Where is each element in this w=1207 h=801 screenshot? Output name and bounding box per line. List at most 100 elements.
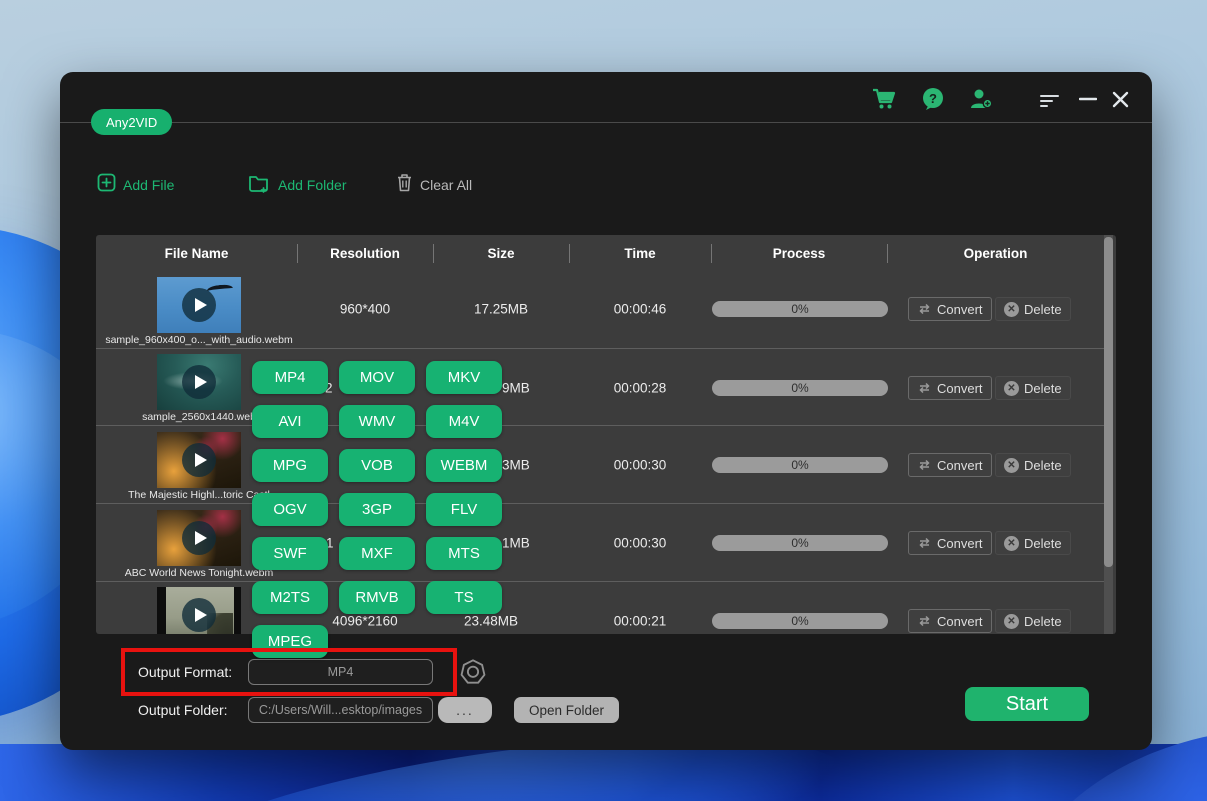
col-size: Size	[433, 235, 569, 271]
format-option-ogv[interactable]: OGV	[252, 493, 328, 526]
video-thumbnail[interactable]	[157, 510, 241, 566]
output-format-select[interactable]: MP4	[248, 659, 433, 685]
time-value: 00:00:21	[614, 614, 667, 629]
table-row: 4096*2160 23.48MB 00:00:21 0% Convert ✕ …	[96, 582, 1104, 634]
format-option-mp4[interactable]: MP4	[252, 361, 328, 394]
format-option-webm[interactable]: WEBM	[426, 449, 502, 482]
app-tab-badge[interactable]: Any2VID	[91, 109, 172, 135]
clear-all-button[interactable]: Clear All	[396, 173, 472, 197]
app-window: ? Any2VID Add File	[60, 72, 1152, 750]
format-option-m4v[interactable]: M4V	[426, 405, 502, 438]
format-option-mpeg[interactable]: MPEG	[252, 625, 328, 658]
format-option-mxf[interactable]: MXF	[339, 537, 415, 570]
progress-value: 0%	[791, 536, 808, 550]
convert-button[interactable]: Convert	[908, 453, 992, 477]
table-header: File Name Resolution Size Time Process O…	[96, 235, 1116, 271]
convert-button[interactable]: Convert	[908, 297, 992, 321]
progress-bar: 0%	[712, 535, 888, 551]
video-thumbnail[interactable]	[157, 354, 241, 410]
size-value: 17.25MB	[474, 302, 528, 317]
vertical-scrollbar[interactable]	[1104, 235, 1113, 634]
format-option-flv[interactable]: FLV	[426, 493, 502, 526]
delete-icon: ✕	[1004, 536, 1019, 551]
size-fragment: 1MB	[502, 536, 530, 551]
svg-text:?: ?	[929, 91, 937, 106]
format-option-vob[interactable]: VOB	[339, 449, 415, 482]
convert-button[interactable]: Convert	[908, 609, 992, 633]
video-thumbnail[interactable]	[157, 277, 241, 333]
play-icon[interactable]	[182, 365, 216, 399]
table-row: sample_2560x1440.web 2 9MB 00:00:28 0% C…	[96, 348, 1104, 426]
clear-all-label: Clear All	[420, 177, 472, 193]
video-thumbnail[interactable]	[157, 432, 241, 488]
table-row: sample_960x400_o..._with_audio.webm 960*…	[96, 271, 1104, 349]
format-option-3gp[interactable]: 3GP	[339, 493, 415, 526]
add-file-label: Add File	[123, 177, 174, 193]
delete-icon: ✕	[1004, 458, 1019, 473]
help-icon[interactable]: ?	[919, 86, 947, 112]
menu-icon[interactable]	[1040, 86, 1068, 112]
progress-value: 0%	[791, 381, 808, 395]
progress-value: 0%	[791, 302, 808, 316]
format-option-ts[interactable]: TS	[426, 581, 502, 614]
format-option-mov[interactable]: MOV	[339, 361, 415, 394]
delete-button[interactable]: ✕ Delete	[995, 609, 1071, 633]
progress-bar: 0%	[712, 380, 888, 396]
delete-button[interactable]: ✕ Delete	[995, 531, 1071, 555]
format-option-wmv[interactable]: WMV	[339, 405, 415, 438]
convert-button[interactable]: Convert	[908, 531, 992, 555]
format-option-m2ts[interactable]: M2TS	[252, 581, 328, 614]
col-file-name: File Name	[96, 235, 297, 271]
delete-icon: ✕	[1004, 381, 1019, 396]
resolution-value: 960*400	[340, 302, 390, 317]
scrollbar-thumb[interactable]	[1104, 237, 1113, 567]
output-folder-label: Output Folder:	[138, 702, 228, 718]
settings-gear-icon[interactable]	[459, 658, 487, 686]
play-icon[interactable]	[182, 521, 216, 555]
col-operation: Operation	[887, 235, 1104, 271]
table-row: The Majestic Highl...toric Castl 3MB 00:…	[96, 426, 1104, 504]
video-thumbnail[interactable]	[157, 587, 241, 634]
start-button[interactable]: Start	[965, 687, 1089, 721]
format-option-mts[interactable]: MTS	[426, 537, 502, 570]
convert-icon	[917, 615, 932, 627]
format-option-mkv[interactable]: MKV	[426, 361, 502, 394]
play-icon[interactable]	[182, 443, 216, 477]
add-folder-icon	[248, 173, 271, 198]
add-file-button[interactable]: Add File	[97, 173, 174, 197]
play-icon[interactable]	[182, 288, 216, 322]
add-user-icon[interactable]	[967, 86, 995, 112]
time-value: 00:00:46	[614, 302, 667, 317]
convert-icon	[917, 303, 932, 315]
play-icon[interactable]	[182, 598, 216, 632]
delete-button[interactable]: ✕ Delete	[995, 376, 1071, 400]
format-option-mpg[interactable]: MPG	[252, 449, 328, 482]
delete-icon: ✕	[1004, 302, 1019, 317]
minimize-icon[interactable]	[1074, 86, 1102, 112]
output-folder-input[interactable]: C:/Users/Will...esktop/images	[248, 697, 433, 723]
delete-icon: ✕	[1004, 614, 1019, 629]
progress-value: 0%	[791, 458, 808, 472]
add-file-icon	[97, 173, 116, 197]
open-folder-button[interactable]: Open Folder	[514, 697, 619, 723]
file-table: File Name Resolution Size Time Process O…	[96, 235, 1116, 634]
convert-button[interactable]: Convert	[908, 376, 992, 400]
format-option-swf[interactable]: SWF	[252, 537, 328, 570]
col-process: Process	[711, 235, 887, 271]
delete-button[interactable]: ✕ Delete	[995, 453, 1071, 477]
delete-button[interactable]: ✕ Delete	[995, 297, 1071, 321]
add-folder-label: Add Folder	[278, 177, 346, 193]
add-folder-button[interactable]: Add Folder	[248, 173, 346, 197]
col-time: Time	[569, 235, 711, 271]
cart-icon[interactable]	[870, 86, 898, 112]
format-option-rmvb[interactable]: RMVB	[339, 581, 415, 614]
convert-icon	[917, 382, 932, 394]
trash-icon	[396, 173, 413, 197]
output-format-menu: MP4 MOV MKV AVI WMV M4V MPG VOB WEBM OGV…	[252, 361, 502, 658]
browse-button[interactable]: ...	[438, 697, 492, 723]
close-icon[interactable]	[1106, 86, 1134, 112]
file-name: sample_960x400_o..._with_audio.webm	[96, 334, 302, 346]
format-option-avi[interactable]: AVI	[252, 405, 328, 438]
table-row: ABC World News Tonight.webm 1 1MB 00:00:…	[96, 504, 1104, 582]
time-value: 00:00:28	[614, 381, 667, 396]
